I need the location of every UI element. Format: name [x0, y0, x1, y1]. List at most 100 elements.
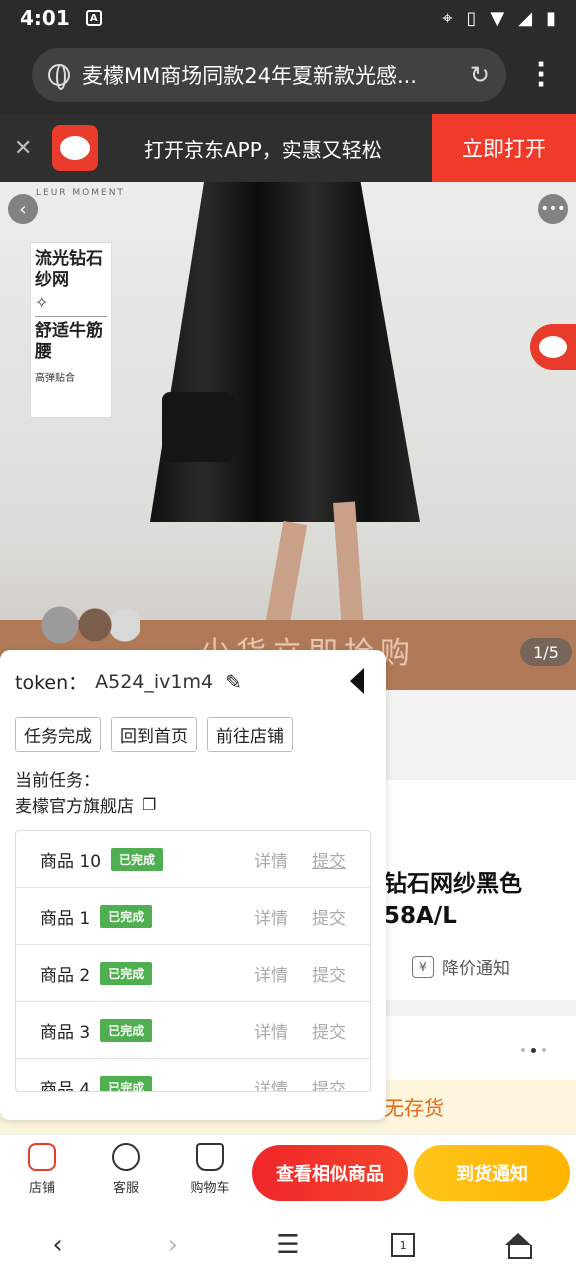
back-nav-icon[interactable]: ‹	[38, 1225, 78, 1265]
chat-icon	[112, 1143, 140, 1171]
browser-toolbar: 麦檬MM商场同款24年夏新款光感... ↻ · · ·	[0, 36, 576, 114]
detail-link[interactable]: 详情	[254, 1018, 288, 1043]
yen-icon: ¥	[412, 955, 434, 978]
home-icon	[505, 1233, 533, 1259]
forward-nav-icon[interactable]: ›	[153, 1225, 193, 1265]
close-icon[interactable]: ✕	[14, 136, 36, 161]
jd-logo-icon	[52, 125, 98, 171]
battery-icon: ▮	[546, 7, 556, 29]
task-panel: token： A524_iv1m4 ✎ 任务完成 回到首页 前往店铺 当前任务：…	[0, 650, 386, 1120]
menu-lines-icon[interactable]: ☰	[268, 1225, 308, 1265]
submit-link[interactable]: 提交	[312, 904, 346, 929]
list-item: 商品 1 已完成 详情 提交	[16, 888, 370, 945]
collapse-panel-icon[interactable]	[350, 668, 364, 694]
bag-image	[162, 392, 234, 462]
vibrate-icon: ▯	[466, 7, 477, 29]
cart-label: 购物车	[190, 1181, 230, 1196]
item-name: 商品 3	[40, 1022, 91, 1043]
detail-link[interactable]: 详情	[254, 961, 288, 986]
submit-link[interactable]: 提交	[312, 1075, 346, 1092]
more-icon[interactable]: •••	[538, 194, 568, 224]
submit-link[interactable]: 提交	[312, 1018, 346, 1043]
submit-link[interactable]: 提交	[312, 847, 346, 872]
cart-icon	[196, 1143, 224, 1171]
token-value: A524_iv1m4	[95, 670, 214, 693]
tag-line-1: 流光钻石纱网	[35, 249, 103, 290]
copy-icon[interactable]: ❐	[142, 795, 156, 814]
sparkle-icon: ✧	[35, 293, 49, 312]
product-title-line-2: 58A/L	[384, 903, 457, 929]
current-task-label: 当前任务：	[15, 771, 100, 791]
feature-tag: 流光钻石纱网 ✧ 舒适牛筋腰 高弹贴合	[30, 242, 112, 418]
address-bar[interactable]: 麦檬MM商场同款24年夏新款光感... ↻	[32, 48, 506, 102]
list-item: 商品 2 已完成 详情 提交	[16, 945, 370, 1002]
tag-line-3: 高弹贴合	[35, 373, 75, 384]
accessibility-icon: A	[85, 10, 102, 26]
back-icon[interactable]: ‹	[8, 194, 38, 224]
location-icon: ⌖	[442, 7, 453, 29]
globe-icon	[48, 64, 70, 90]
stock-status: 无存货	[384, 1096, 444, 1120]
submit-link[interactable]: 提交	[312, 961, 346, 986]
price-alert-button[interactable]: ¥ 降价通知	[412, 954, 510, 979]
view-similar-button[interactable]: 查看相似商品	[252, 1145, 408, 1201]
reload-icon[interactable]: ↻	[470, 61, 490, 89]
list-item: 商品 4 已完成 详情 提交	[16, 1059, 370, 1092]
signal-icon: ◢	[518, 7, 533, 29]
open-app-button[interactable]: 立即打开	[432, 114, 576, 182]
token-label: token：	[15, 672, 88, 694]
tabs-icon: 1	[391, 1233, 416, 1257]
panel-buttons: 任务完成 回到首页 前往店铺	[15, 717, 293, 752]
url-text[interactable]: 麦檬MM商场同款24年夏新款光感...	[82, 60, 460, 90]
menu-icon[interactable]: · · ·	[536, 52, 546, 98]
item-name: 商品 1	[40, 908, 91, 929]
product-title-line-1: 钻石网纱黑色	[384, 871, 522, 897]
item-name: 商品 4	[40, 1079, 91, 1092]
status-badge: 已完成	[100, 1018, 153, 1042]
detail-link[interactable]: 详情	[254, 847, 288, 872]
status-bar: 4:01 A ⌖ ▯ ▼ ◢ ▮	[0, 0, 576, 36]
wifi-icon: ▼	[490, 7, 505, 29]
more-dots-icon[interactable]	[521, 1048, 546, 1053]
home-button[interactable]	[498, 1225, 538, 1265]
cart-button[interactable]: 购物车	[180, 1143, 240, 1196]
task-list: 商品 10 已完成 详情 提交 商品 1 已完成 详情 提交 商品 2 已完成 …	[15, 830, 371, 1092]
list-item: 商品 10 已完成 详情 提交	[16, 831, 370, 888]
brand-text: LEUR MOMENT	[36, 188, 125, 198]
status-icons: ⌖ ▯ ▼ ◢ ▮	[442, 8, 556, 29]
shop-button[interactable]: 店铺	[12, 1143, 72, 1196]
banner-text: 打开京东APP，实惠又轻松	[144, 137, 382, 162]
bottom-action-bar: 店铺 客服 购物车 查看相似商品 到货通知	[0, 1134, 576, 1210]
item-name: 商品 10	[40, 851, 102, 872]
service-button[interactable]: 客服	[96, 1143, 156, 1196]
service-label: 客服	[112, 1181, 139, 1196]
browser-nav-bar: ‹ › ☰ 1	[0, 1210, 576, 1280]
status-badge: 已完成	[100, 961, 153, 985]
tabs-button[interactable]: 1	[383, 1225, 423, 1265]
product-title: 钻石网纱黑色 58A/L	[384, 868, 522, 932]
item-name: 商品 2	[40, 965, 91, 986]
task-complete-button[interactable]: 任务完成	[15, 717, 101, 752]
go-shop-button[interactable]: 前往店铺	[207, 717, 293, 752]
status-badge: 已完成	[100, 904, 153, 928]
app-banner: ✕ 打开京东APP，实惠又轻松 立即打开	[0, 114, 576, 182]
price-alert-label: 降价通知	[442, 959, 510, 979]
go-home-button[interactable]: 回到首页	[111, 717, 197, 752]
status-badge: 已完成	[111, 847, 164, 871]
arrival-notice-button[interactable]: 到货通知	[414, 1145, 570, 1201]
mascot-image	[40, 600, 140, 650]
current-task-value: 麦檬官方旗舰店	[15, 797, 134, 817]
status-time: 4:01	[20, 6, 70, 30]
shop-label: 店铺	[28, 1181, 55, 1196]
jd-float-icon[interactable]	[530, 324, 576, 370]
skirt-image	[150, 182, 420, 522]
list-item: 商品 3 已完成 详情 提交	[16, 1002, 370, 1059]
edit-icon[interactable]: ✎	[225, 670, 242, 694]
token-row: token： A524_iv1m4 ✎	[15, 668, 242, 695]
detail-link[interactable]: 详情	[254, 904, 288, 929]
shop-icon	[28, 1143, 56, 1171]
detail-link[interactable]: 详情	[254, 1075, 288, 1092]
status-badge: 已完成	[100, 1075, 153, 1091]
tag-line-2: 舒适牛筋腰	[35, 321, 103, 362]
product-image[interactable]: 少货立即抢购 LEUR MOMENT 流光钻石纱网 ✧ 舒适牛筋腰 高弹贴合 ‹…	[0, 182, 576, 690]
